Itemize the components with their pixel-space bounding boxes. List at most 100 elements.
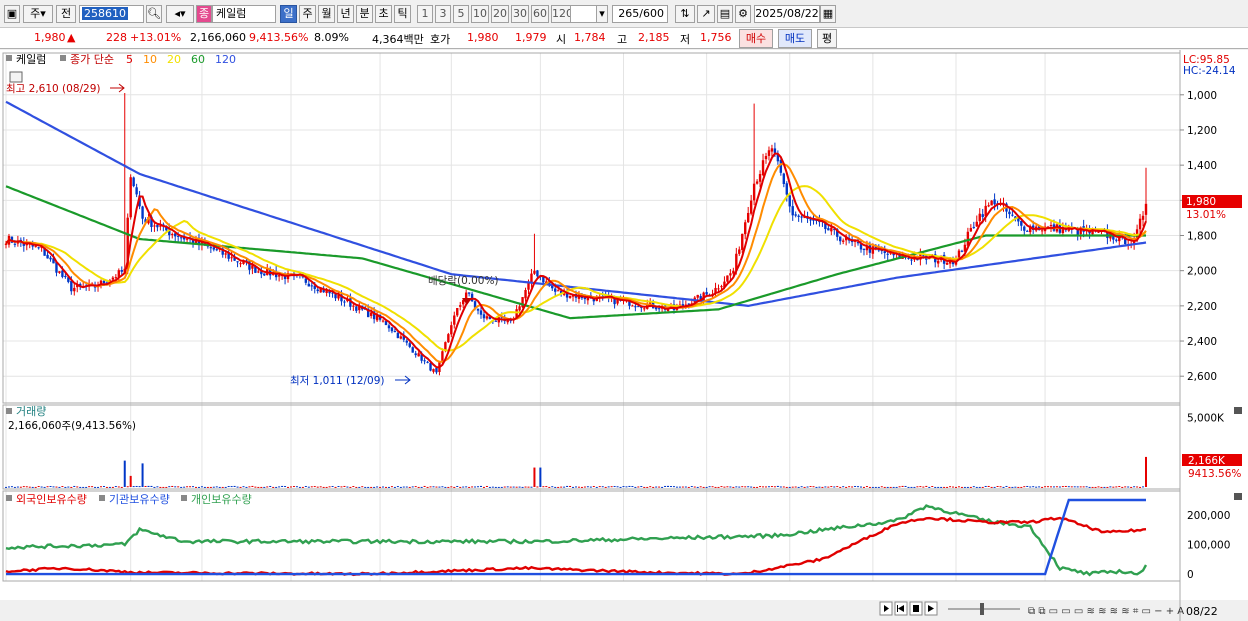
- candle-body: [310, 285, 313, 287]
- price-legend-type: 종가 단순: [70, 53, 114, 66]
- close-panel-icon[interactable]: [1234, 407, 1242, 414]
- volume-bar: [1091, 486, 1094, 488]
- volume-bar: [1121, 486, 1124, 488]
- sell-button[interactable]: 매도: [778, 29, 812, 48]
- average-button[interactable]: 평: [817, 29, 837, 48]
- volume-bar: [738, 486, 741, 488]
- candle-body: [990, 200, 993, 206]
- volume-bar: [180, 486, 183, 488]
- volume-bar: [975, 486, 978, 488]
- close-panel-icon[interactable]: [1234, 493, 1242, 500]
- volume-bar: [132, 486, 135, 488]
- candle-body: [696, 294, 699, 298]
- period-tab[interactable]: 주: [299, 5, 316, 23]
- period-tab[interactable]: 분: [356, 5, 373, 23]
- stock-name-field[interactable]: 케일럼: [212, 5, 276, 23]
- interval-button[interactable]: 3: [435, 5, 451, 23]
- volume-bar: [462, 486, 465, 488]
- interval-button[interactable]: 30: [511, 5, 529, 23]
- tool-icons[interactable]: ⧉ ⧉ ▭ ▭ ▭ ≋ ≋ ≋ ≋ ⌗ ▭ − + A: [1028, 606, 1184, 617]
- volume-bar: [1052, 486, 1055, 488]
- period-tab[interactable]: 초: [375, 5, 392, 23]
- candle-body: [910, 259, 913, 261]
- buy-button[interactable]: 매수: [739, 29, 773, 48]
- volume-value: 2,166,060: [190, 31, 246, 44]
- period-tab[interactable]: 틱: [394, 5, 411, 23]
- candle-body: [49, 257, 52, 260]
- volume-bar: [613, 486, 616, 488]
- candle-body: [987, 205, 990, 207]
- volume-bar: [43, 486, 46, 488]
- stock-code-input[interactable]: 258610: [79, 5, 144, 23]
- volume-bar: [135, 485, 138, 487]
- volume-bar: [747, 486, 750, 488]
- period-tab[interactable]: 일: [280, 5, 297, 23]
- gear-icon[interactable]: ⚙: [735, 5, 751, 23]
- trend-tool-icon[interactable]: ↗: [697, 5, 715, 23]
- legend-square-icon: [6, 495, 12, 501]
- volume-bar: [658, 486, 661, 488]
- volume-bar: [414, 486, 417, 488]
- volume-bar: [693, 486, 696, 488]
- chart-menu-icon[interactable]: ▣: [4, 5, 20, 23]
- volume-bar: [1112, 486, 1115, 488]
- volume-bar: [741, 486, 744, 488]
- volume-bar: [307, 486, 310, 488]
- volume-bar: [159, 486, 162, 488]
- candle-body: [135, 187, 138, 195]
- interval-button[interactable]: 20: [491, 5, 509, 23]
- volume-bar: [138, 486, 141, 488]
- volume-bar: [788, 486, 791, 488]
- volume-bar: [886, 486, 889, 488]
- candle-body: [381, 320, 385, 322]
- volume-bar: [628, 485, 631, 487]
- volume-bar: [221, 486, 224, 488]
- period-tab[interactable]: 년: [337, 5, 354, 23]
- candle-body: [554, 288, 557, 292]
- volume-bar: [779, 486, 782, 488]
- date-field[interactable]: 2025/08/22: [754, 5, 820, 23]
- candle-body: [212, 247, 216, 250]
- low-price: 1,756: [700, 31, 732, 44]
- zoom-slider-thumb[interactable]: [980, 603, 984, 615]
- volume-bar: [601, 486, 604, 488]
- speaker-icon[interactable]: ◂▾: [166, 5, 194, 23]
- volume-bar: [1106, 486, 1109, 488]
- calendar-icon[interactable]: ▦: [820, 5, 836, 23]
- volume-bar: [539, 467, 542, 487]
- interval-button[interactable]: 1: [417, 5, 433, 23]
- chevron-down-icon[interactable]: ▾: [596, 5, 608, 23]
- volume-bar: [5, 486, 7, 488]
- candle-body: [334, 294, 337, 299]
- period-dropdown[interactable]: 주▾: [23, 5, 53, 23]
- volume-bar: [239, 486, 242, 488]
- bid-label: 호가: [430, 33, 451, 46]
- search-icon[interactable]: 🔍︎: [146, 5, 162, 23]
- save-icon[interactable]: ▤: [717, 5, 733, 23]
- candle-type-icon[interactable]: ⇅: [675, 5, 695, 23]
- volume-bar: [871, 486, 874, 488]
- volume-bar: [1139, 486, 1142, 488]
- stock-chart[interactable]: 2,6002,4002,2002,0001,8001,6001,4001,200…: [0, 50, 1248, 621]
- panel-toggle-icon[interactable]: [9, 71, 23, 83]
- volume-bar: [215, 486, 218, 488]
- ma-legend-item: 20: [167, 53, 181, 66]
- interval-button[interactable]: 120: [551, 5, 573, 23]
- bid-price-1: 1,980: [467, 31, 499, 44]
- volume-bar: [174, 486, 177, 488]
- candle-body: [390, 327, 394, 332]
- candle-body: [960, 250, 964, 252]
- period-tab[interactable]: 월: [318, 5, 335, 23]
- volume-bar: [1029, 486, 1032, 488]
- volume-bar: [717, 486, 720, 488]
- count-field[interactable]: 265/600: [612, 5, 668, 23]
- candle-body: [58, 271, 61, 273]
- interval-button[interactable]: 60: [531, 5, 549, 23]
- volume-bar: [322, 486, 325, 488]
- interval-button[interactable]: 5: [453, 5, 469, 23]
- holding-y-tick: 0: [1187, 569, 1194, 581]
- volume-bar: [485, 485, 488, 487]
- volume-bar: [756, 486, 759, 488]
- interval-button[interactable]: 10: [471, 5, 489, 23]
- prev-button[interactable]: 전: [56, 5, 76, 23]
